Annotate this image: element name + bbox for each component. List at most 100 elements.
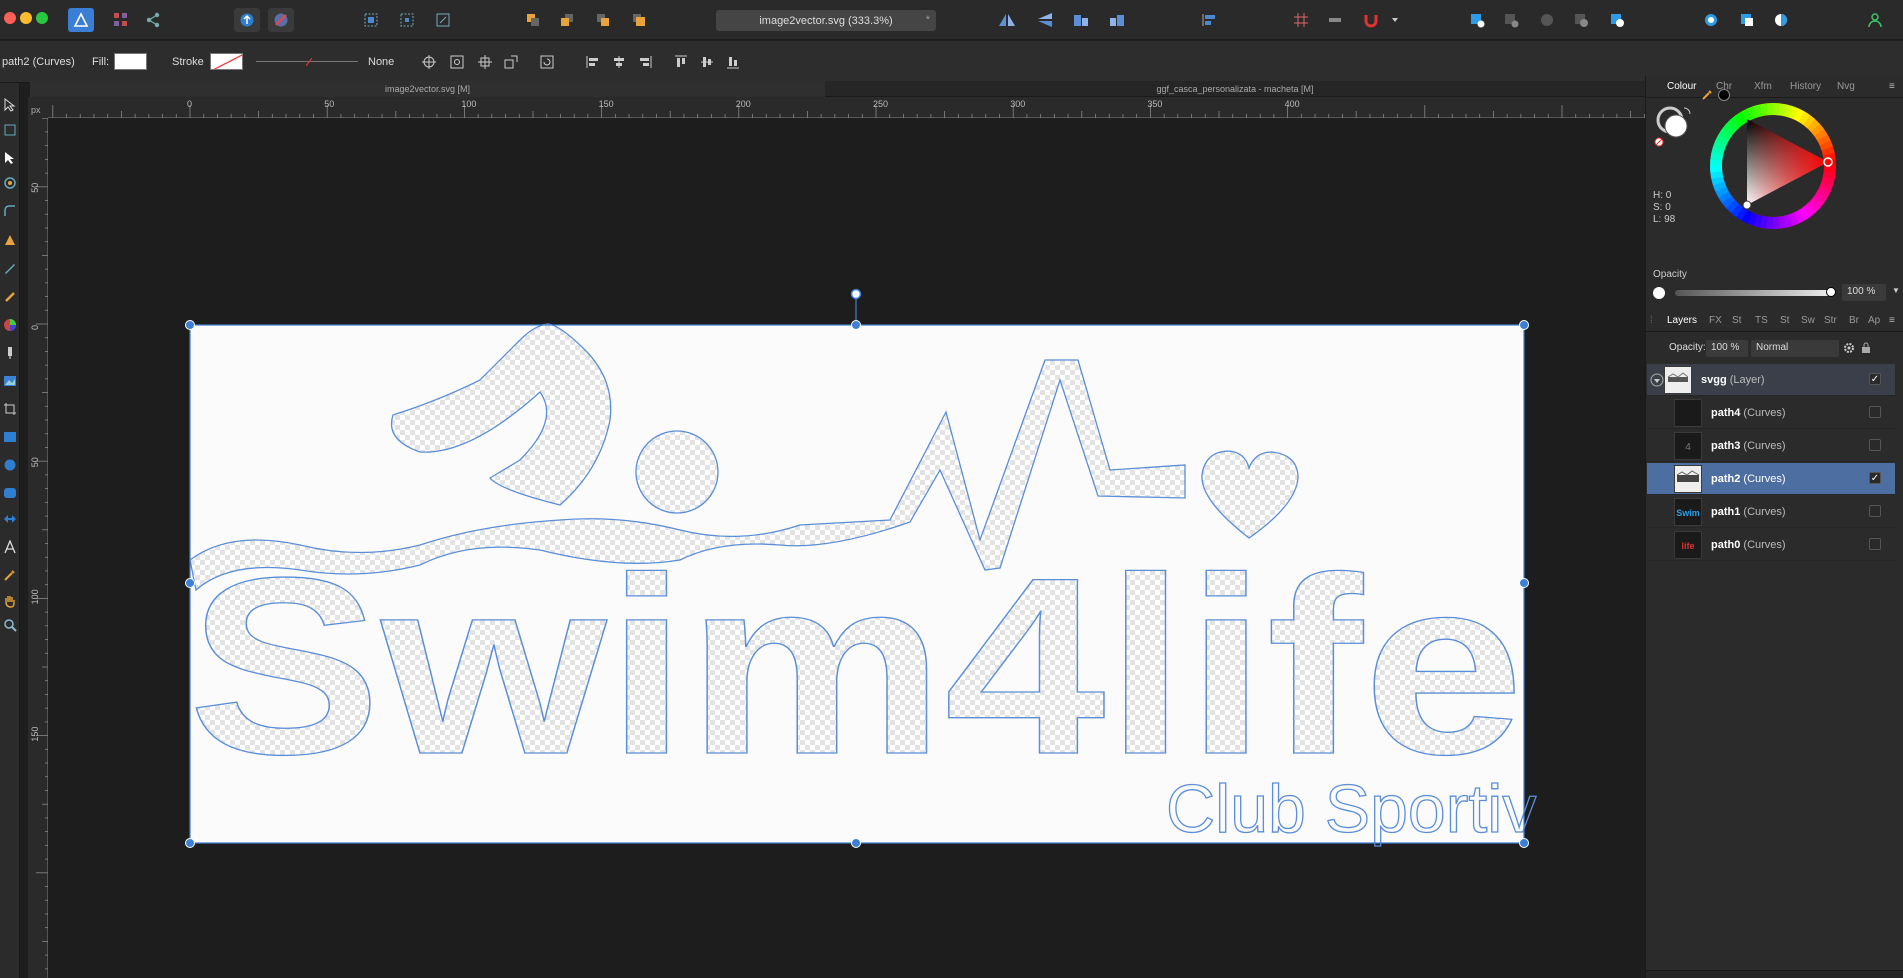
rotate-left-button[interactable] bbox=[1070, 8, 1092, 32]
transparency-tool[interactable] bbox=[2, 345, 18, 361]
account-button[interactable] bbox=[1864, 8, 1886, 32]
maximize-window-button[interactable] bbox=[36, 12, 48, 24]
guides-button[interactable] bbox=[1324, 8, 1346, 32]
fill-tool[interactable] bbox=[2, 317, 18, 333]
snap-magnet-button[interactable] bbox=[1360, 8, 1382, 32]
tab-appearance[interactable]: Ap bbox=[1868, 315, 1880, 326]
ellipse-tool[interactable] bbox=[2, 457, 18, 473]
layer-visibility-checkbox[interactable] bbox=[1869, 406, 1881, 418]
panel-menu-icon[interactable]: ≡ bbox=[1889, 315, 1895, 326]
move-tool[interactable] bbox=[2, 97, 18, 113]
transform-origin-button[interactable] bbox=[418, 50, 440, 74]
layer-visibility-checkbox[interactable] bbox=[1869, 505, 1881, 517]
move-forward-one-button[interactable] bbox=[592, 8, 614, 32]
align-right-button[interactable] bbox=[634, 50, 656, 74]
align-middle-button[interactable] bbox=[696, 50, 718, 74]
text-tool[interactable] bbox=[2, 539, 18, 555]
fill-stroke-selector[interactable] bbox=[1654, 104, 1698, 148]
align-button[interactable] bbox=[1198, 8, 1220, 32]
tab-swatches[interactable]: Sw bbox=[1801, 315, 1815, 326]
zoom-tool[interactable] bbox=[2, 617, 18, 633]
close-window-button[interactable] bbox=[4, 12, 16, 24]
resize-handle-tr[interactable] bbox=[1519, 320, 1529, 330]
crop-tool[interactable] bbox=[2, 401, 18, 417]
assistant-button[interactable] bbox=[234, 8, 260, 32]
tab-ggf-casca[interactable]: ggf_casca_personalizata - macheta [M] bbox=[825, 81, 1645, 97]
tab-layers[interactable]: Layers bbox=[1667, 315, 1697, 326]
rounded-rectangle-tool[interactable] bbox=[2, 485, 18, 501]
document-title[interactable]: image2vector.svg (333.3%) * bbox=[716, 10, 936, 31]
insert-behind-button[interactable] bbox=[1736, 8, 1758, 32]
layer-row-path2[interactable]: path2 (Curves) ✓ bbox=[1647, 463, 1895, 495]
align-center-button[interactable] bbox=[608, 50, 630, 74]
transform-mode-button[interactable] bbox=[474, 50, 496, 74]
tab-navigator[interactable]: Nvg bbox=[1837, 81, 1855, 92]
opacity-slider-thumb[interactable] bbox=[1826, 287, 1836, 297]
invert-selection-button[interactable] bbox=[432, 8, 454, 32]
align-bottom-button[interactable] bbox=[722, 50, 744, 74]
lock-icon[interactable] bbox=[1861, 342, 1871, 354]
move-back-one-button[interactable] bbox=[556, 8, 578, 32]
layer-opacity-input[interactable]: 100 % bbox=[1706, 340, 1748, 357]
gear-icon[interactable] bbox=[1843, 342, 1855, 354]
grid-button[interactable] bbox=[1290, 8, 1312, 32]
rectangle-tool[interactable] bbox=[2, 429, 18, 445]
fill-swatch[interactable] bbox=[114, 53, 147, 70]
opacity-slider[interactable] bbox=[1675, 290, 1831, 296]
place-image-tool[interactable] bbox=[2, 373, 18, 389]
eyedropper-tool[interactable] bbox=[2, 567, 18, 583]
colour-wheel[interactable] bbox=[1708, 101, 1838, 231]
xor-boolean-button[interactable] bbox=[1570, 8, 1592, 32]
pixel-persona-button[interactable] bbox=[110, 8, 132, 32]
subtract-boolean-button[interactable] bbox=[1500, 8, 1522, 32]
vertical-ruler[interactable]: 50 0 50 100 150 bbox=[28, 117, 48, 978]
resize-handle-r[interactable] bbox=[1519, 578, 1529, 588]
layer-row-path0[interactable]: life path0 (Curves) bbox=[1647, 529, 1895, 561]
insert-inside-button[interactable] bbox=[1700, 8, 1722, 32]
panel-menu-icon[interactable]: ≡ bbox=[1889, 81, 1895, 92]
shape-tool[interactable] bbox=[2, 511, 18, 527]
layer-visibility-checkbox[interactable]: ✓ bbox=[1869, 472, 1881, 484]
resize-button[interactable] bbox=[500, 50, 522, 74]
align-left-button[interactable] bbox=[582, 50, 604, 74]
layer-row-path3[interactable]: 4 path3 (Curves) bbox=[1647, 430, 1895, 462]
show-bounding-box-button[interactable] bbox=[446, 50, 468, 74]
resize-handle-bl[interactable] bbox=[185, 838, 195, 848]
flip-vertical-button[interactable] bbox=[1034, 8, 1056, 32]
deselect-button[interactable] bbox=[396, 8, 418, 32]
snap-options-dropdown[interactable] bbox=[1389, 8, 1401, 32]
tab-history[interactable]: History bbox=[1790, 81, 1821, 92]
artboard-tool[interactable] bbox=[2, 122, 18, 138]
layer-row-path4[interactable]: path4 (Curves) bbox=[1647, 397, 1895, 429]
tab-brushes[interactable]: Br bbox=[1849, 315, 1859, 326]
view-tool[interactable] bbox=[2, 593, 18, 609]
expand-layer-icon[interactable] bbox=[1650, 373, 1664, 387]
layer-visibility-checkbox[interactable]: ✓ bbox=[1869, 373, 1881, 385]
select-all-button[interactable] bbox=[360, 8, 382, 32]
rotate-right-button[interactable] bbox=[1106, 8, 1128, 32]
resize-handle-tl[interactable] bbox=[185, 320, 195, 330]
add-boolean-button[interactable] bbox=[1466, 8, 1488, 32]
recent-colour-swatch[interactable] bbox=[1718, 89, 1730, 101]
flip-horizontal-button[interactable] bbox=[996, 8, 1018, 32]
layer-row-svgg[interactable]: svgg (Layer) ✓ bbox=[1647, 364, 1895, 396]
vector-brush-tool[interactable] bbox=[2, 289, 18, 305]
rotate-handle[interactable] bbox=[850, 288, 862, 300]
resize-handle-b[interactable] bbox=[851, 838, 861, 848]
rotate-mode-button[interactable] bbox=[536, 50, 558, 74]
layer-visibility-checkbox[interactable] bbox=[1869, 538, 1881, 550]
designer-persona-button[interactable] bbox=[68, 8, 94, 32]
corner-tool[interactable] bbox=[2, 203, 18, 219]
minimize-window-button[interactable] bbox=[20, 12, 32, 24]
chevron-down-icon[interactable]: ▼ bbox=[1892, 286, 1900, 295]
horizontal-ruler[interactable]: 0 50 100 150 200 250 300 350 400 bbox=[48, 97, 1645, 118]
export-persona-button[interactable] bbox=[142, 8, 164, 32]
layer-visibility-checkbox[interactable] bbox=[1869, 439, 1881, 451]
tab-stock[interactable]: St bbox=[1780, 315, 1789, 326]
drag-grip-icon[interactable]: ⁞ bbox=[1650, 315, 1653, 326]
layer-row-path1[interactable]: Swim path1 (Curves) bbox=[1647, 496, 1895, 528]
blend-mode-select[interactable]: Normal bbox=[1751, 340, 1839, 357]
pencil-tool[interactable] bbox=[2, 260, 18, 276]
tab-styles[interactable]: St bbox=[1732, 315, 1741, 326]
move-to-front-button[interactable] bbox=[628, 8, 650, 32]
